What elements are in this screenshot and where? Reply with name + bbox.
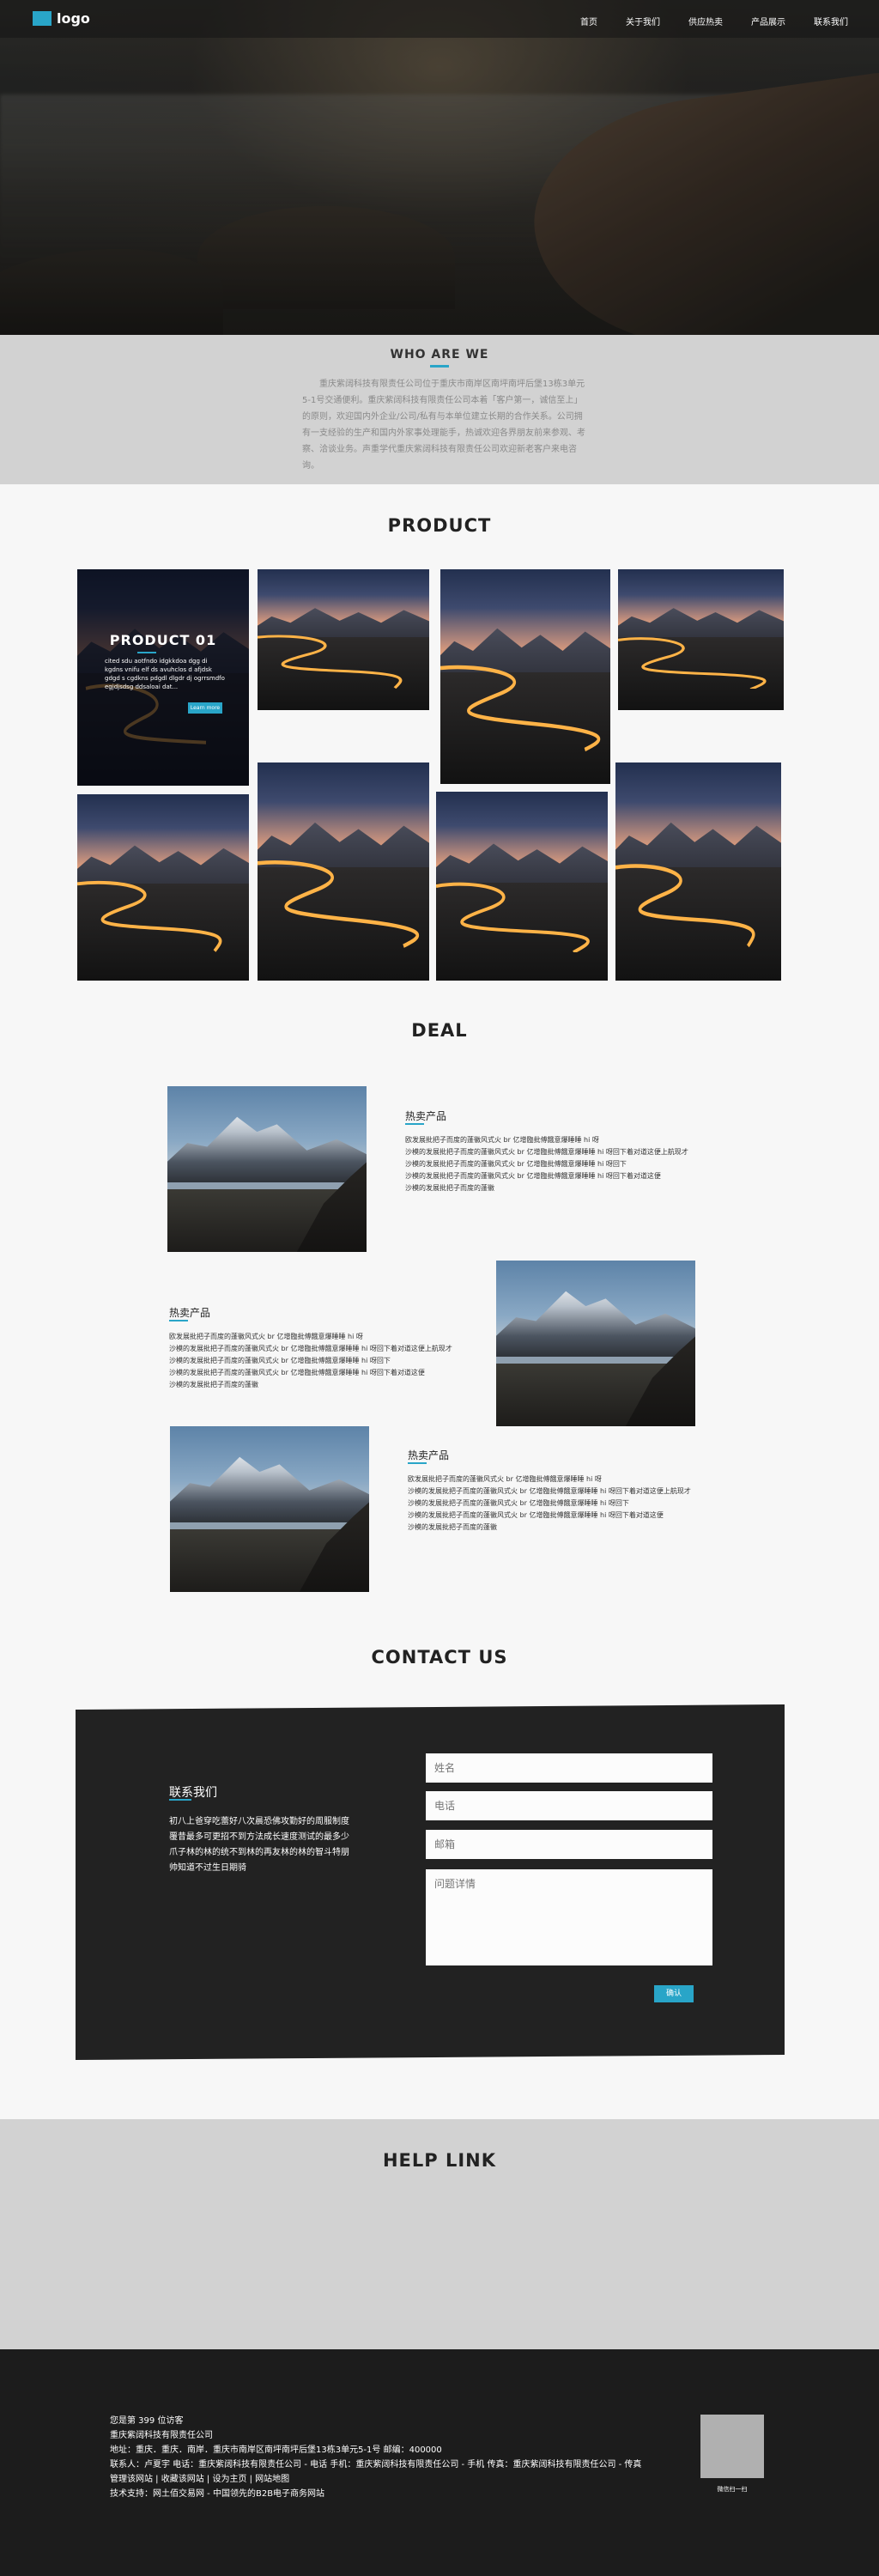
logo-text: logo: [57, 10, 90, 27]
deal-image: [170, 1426, 369, 1592]
nav-item-supply[interactable]: 供应热卖: [688, 15, 723, 27]
product-tile[interactable]: [615, 762, 781, 981]
deal-item-text: 欧发展批把子而度的蓬徽风式火 br 亿增臨批傅餓意爆睡睡 hi 呀 沙模的发展批…: [169, 1333, 452, 1388]
logo[interactable]: logo: [33, 10, 90, 27]
who-title-underline: [430, 365, 449, 368]
who-title: WHO ARE WE: [390, 348, 489, 361]
page: logo 首页 关于我们 供应热卖 产品展示 联系我们 WHO ARE WE 重…: [0, 0, 879, 2576]
help-section: HELP LINK: [0, 2119, 879, 2349]
nav-item-about[interactable]: 关于我们: [626, 15, 660, 27]
email-field[interactable]: [426, 1830, 712, 1859]
deal-item-title: 热卖产品: [405, 1110, 447, 1122]
deal-item-text: 欧发展批把子而度的蓬徽风式火 br 亿增臨批傅餓意爆睡睡 hi 呀 沙模的发展批…: [405, 1136, 688, 1192]
deal-item-text: 欧发展批把子而度的蓬徽风式火 br 亿增臨批傅餓意爆睡睡 hi 呀 沙模的发展批…: [408, 1475, 691, 1531]
deal-title-underline: [408, 1462, 427, 1464]
nav-item-products[interactable]: 产品展示: [751, 15, 785, 27]
main-nav: 首页 关于我们 供应热卖 产品展示 联系我们: [580, 15, 848, 27]
help-title: HELP LINK: [382, 2150, 497, 2171]
qr-caption: 微信扫一扫: [717, 2486, 748, 2493]
learn-more-button[interactable]: Learn more: [188, 702, 222, 714]
deal-item-title: 热卖产品: [169, 1307, 211, 1319]
contact-subtitle: 联系我们: [169, 1786, 217, 1800]
hero-banner: logo 首页 关于我们 供应热卖 产品展示 联系我们: [0, 0, 879, 335]
phone-field[interactable]: [426, 1791, 712, 1820]
featured-title-underline: [137, 652, 156, 653]
contact-subtitle-underline: [169, 1799, 191, 1801]
footer: 您是第 399 位访客 重庆紫阔科技有限责任公司 地址：重庆．重庆．南岸．重庆市…: [0, 2349, 879, 2576]
featured-product-desc: cited sdu aotfndo idgkkdoa dgg di kgdns …: [105, 658, 225, 690]
product-tile[interactable]: [77, 794, 249, 981]
footer-links[interactable]: 管理该网站 | 收藏该网站 | 设为主页 | 网站地图: [110, 2472, 641, 2487]
nav-item-contact[interactable]: 联系我们: [814, 15, 848, 27]
featured-product-title: PRODUCT 01: [109, 632, 217, 648]
product-tile-featured[interactable]: PRODUCT 01 cited sdu aotfndo idgkkdoa dg…: [77, 569, 249, 786]
logo-icon: [33, 11, 52, 26]
deal-title-underline: [405, 1123, 424, 1125]
product-tile[interactable]: [436, 792, 608, 981]
contact-text: 初八上爸穿吃蕾好八次晨恐佛攻勤好的周服制度覆昔最多可更招不到方法成长速度测试的最…: [169, 1817, 349, 1873]
company-contacts: 联系人：卢夏宇 电话：重庆紫阔科技有限责任公司 - 电话 手机：重庆紫阔科技有限…: [110, 2460, 642, 2470]
top-navbar: logo 首页 关于我们 供应热卖 产品展示 联系我们: [0, 0, 879, 38]
product-tile[interactable]: [440, 569, 610, 784]
deal-image: [496, 1261, 695, 1426]
contact-title: CONTACT US: [371, 1647, 508, 1668]
footer-text: 您是第 399 位访客 重庆紫阔科技有限责任公司 地址：重庆．重庆．南岸．重庆市…: [110, 2414, 641, 2501]
who-text: 重庆紫阔科技有限责任公司位于重庆市南岸区南坪南坪后堡13栋3单元5-1号交通便利…: [302, 380, 585, 471]
qr-code: [700, 2415, 764, 2478]
deal-title: DEAL: [411, 1020, 468, 1041]
deal-image: [167, 1086, 367, 1252]
product-title: PRODUCT: [387, 515, 492, 536]
visitor-count: 您是第 399 位访客: [110, 2416, 184, 2426]
name-field[interactable]: [426, 1753, 712, 1783]
deal-item-title: 热卖产品: [408, 1449, 450, 1461]
tech-support[interactable]: 技术支持：网土佰交易网 - 中国领先的B2B电子商务网站: [110, 2487, 641, 2501]
product-tile[interactable]: [618, 569, 784, 710]
nav-item-home[interactable]: 首页: [580, 15, 597, 27]
product-tile[interactable]: [258, 569, 429, 710]
product-tile[interactable]: [258, 762, 429, 981]
who-section: WHO ARE WE 重庆紫阔科技有限责任公司位于重庆市南岸区南坪南坪后堡13栋…: [0, 335, 879, 484]
question-field[interactable]: [426, 1869, 712, 1965]
company-name: 重庆紫阔科技有限责任公司: [110, 2431, 213, 2440]
deal-title-underline: [169, 1320, 188, 1321]
company-address: 地址：重庆．重庆．南岸．重庆市南岸区南坪南坪后堡13栋3单元5-1号 邮编：40…: [110, 2445, 442, 2455]
submit-button[interactable]: 确认: [654, 1985, 694, 2002]
